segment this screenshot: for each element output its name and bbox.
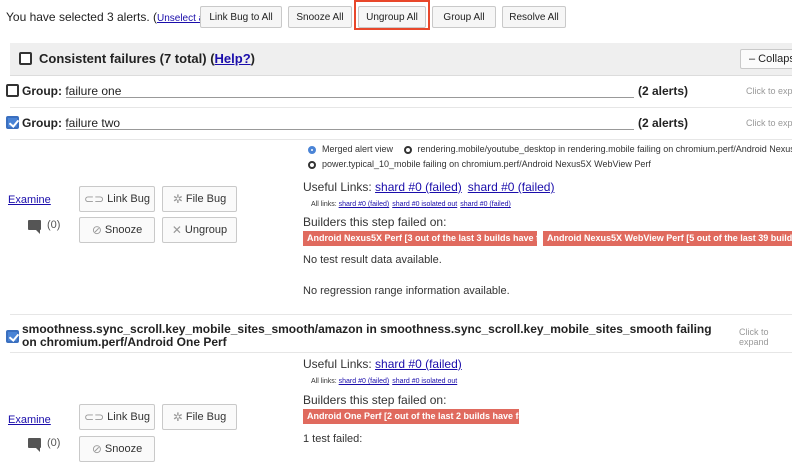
builder-badge[interactable]: Android Nexus5X Perf [3 out of the last … — [303, 231, 563, 246]
divider — [10, 139, 792, 140]
file-bug-label: File Bug — [185, 193, 227, 205]
group-all-button[interactable]: Group All — [432, 6, 496, 28]
no-regression-text: No regression range information availabl… — [303, 285, 510, 297]
examine-link[interactable]: Examine — [8, 414, 51, 426]
useful-links-label: Useful Links: — [303, 357, 372, 371]
all-link[interactable]: shard #0 (failed) — [339, 201, 390, 208]
merged-view-label: Merged alert view — [322, 144, 394, 154]
comment-icon — [28, 438, 41, 453]
link-icon: ⊂⊃ — [84, 192, 105, 206]
group-label-prefix: Group: — [22, 116, 62, 130]
group-name-input[interactable]: failure two — [65, 116, 120, 130]
examine-link[interactable]: Examine — [8, 194, 51, 206]
link-bug-button[interactable]: ⊂⊃ Link Bug — [79, 404, 155, 430]
builder-badge[interactable]: Android Nexus5X WebView Perf [5 out of t… — [543, 231, 792, 246]
youtube-desktop-label: rendering.mobile/youtube_desktop in rend… — [417, 144, 792, 154]
snooze-label: Snooze — [104, 224, 143, 236]
link-icon: ⊂⊃ — [84, 410, 105, 424]
builders-label: Builders this step failed on: — [303, 215, 447, 229]
youtube-desktop-radio[interactable] — [403, 145, 412, 154]
all-link[interactable]: shard #0 isolated out — [392, 378, 457, 385]
useful-link[interactable]: shard #0 (failed) — [375, 357, 462, 371]
section-title-suffix: ) — [250, 51, 255, 66]
group-name-underline — [66, 97, 634, 98]
click-to-expand[interactable]: Click to expand — [746, 86, 792, 96]
all-link[interactable]: shard #0 (failed) — [460, 201, 511, 208]
divider — [10, 107, 792, 108]
link-bug-to-all-button[interactable]: Link Bug to All — [200, 6, 282, 28]
selection-toolbar: You have selected 3 alerts. (Unselect al… — [0, 0, 792, 34]
group-row-failure-one[interactable]: Group: failure one (2 alerts) Click to e… — [0, 78, 792, 106]
link-bug-label: Link Bug — [107, 193, 150, 205]
ungroup-all-highlight — [354, 0, 430, 30]
divider — [10, 352, 792, 353]
help-link[interactable]: Help? — [215, 51, 251, 66]
group-name-underline — [66, 129, 634, 130]
section-title-text: Consistent failures (7 total) ( — [39, 51, 215, 66]
click-to-expand[interactable]: Click to expand — [746, 118, 792, 128]
useful-links: Useful Links: shard #0 (failed) shard #0 … — [303, 180, 560, 194]
useful-link[interactable]: shard #0 (failed) — [375, 180, 462, 194]
no-test-result-text: No test result data available. — [303, 254, 442, 266]
snooze-label: Snooze — [104, 443, 143, 455]
all-links: All links: shard #0 (failed) shard #0 iso… — [311, 201, 514, 208]
snooze-button[interactable]: ⊘ Snooze — [79, 436, 155, 462]
useful-links: Useful Links: shard #0 (failed) — [303, 357, 468, 371]
tests-failed-text: 1 test failed: — [303, 433, 363, 445]
close-icon: ✕ — [171, 223, 182, 237]
ungroup-button[interactable]: ✕ Ungroup — [162, 217, 237, 243]
group-row-failure-two[interactable]: Group: failure two (2 alerts) Click to e… — [0, 110, 792, 138]
file-bug-button[interactable]: ✲ File Bug — [162, 186, 237, 212]
file-bug-label: File Bug — [185, 411, 227, 423]
group-checkbox[interactable] — [6, 84, 19, 97]
consistent-failures-header[interactable]: Consistent failures (7 total) (Help?) – … — [10, 43, 792, 76]
useful-links-label: Useful Links: — [303, 180, 372, 194]
selection-status: You have selected 3 alerts. (Unselect al… — [6, 10, 218, 24]
alert-title[interactable]: smoothness.sync_scroll.key_mobile_sites_… — [22, 323, 722, 349]
group-name-input[interactable]: failure one — [65, 84, 121, 98]
link-bug-button[interactable]: ⊂⊃ Link Bug — [79, 186, 155, 212]
all-link[interactable]: shard #0 (failed) — [339, 378, 390, 385]
power-typical-radio[interactable] — [308, 160, 316, 169]
group-alert-count: (2 alerts) — [638, 84, 689, 98]
all-links-label: All links: — [311, 201, 337, 208]
ungroup-label: Ungroup — [184, 224, 228, 236]
snooze-icon: ⊘ — [91, 223, 102, 237]
divider — [10, 314, 792, 315]
group-label: Group: failure one — [22, 84, 121, 98]
snooze-all-button[interactable]: Snooze All — [288, 6, 352, 28]
snooze-icon: ⊘ — [91, 442, 102, 456]
group-checkbox-checked[interactable] — [6, 116, 19, 129]
power-typical-label: power.typical_10_mobile failing on chrom… — [322, 159, 651, 169]
all-links: All links: shard #0 (failed) shard #0 iso… — [311, 378, 460, 385]
collapse-button[interactable]: – Collapse — [740, 49, 792, 69]
builders-label: Builders this step failed on: — [303, 393, 447, 407]
useful-link[interactable]: shard #0 (failed) — [468, 180, 555, 194]
group-alert-count: (2 alerts) — [638, 116, 689, 130]
all-link[interactable]: shard #0 isolated out — [392, 201, 457, 208]
comment-count: (0) — [47, 219, 61, 231]
bug-icon: ✲ — [172, 410, 183, 424]
alert-checkbox-checked[interactable] — [6, 330, 19, 343]
resolve-all-button[interactable]: Resolve All — [502, 6, 566, 28]
comments[interactable]: (0) — [28, 219, 61, 235]
section-title: Consistent failures (7 total) (Help?) — [39, 51, 255, 66]
comments[interactable]: (0) — [28, 437, 61, 453]
group-label-prefix: Group: — [22, 84, 62, 98]
view-selector-row-2: power.typical_10_mobile failing on chrom… — [308, 159, 651, 169]
section-checkbox[interactable] — [19, 52, 32, 65]
all-links-label: All links: — [311, 378, 337, 385]
link-bug-label: Link Bug — [107, 411, 150, 423]
click-to-expand[interactable]: Click to expand — [739, 327, 789, 347]
comment-count: (0) — [47, 437, 61, 449]
selection-status-prefix: You have selected 3 alerts. ( — [6, 10, 157, 24]
view-selector-row-1: Merged alert view rendering.mobile/youtu… — [308, 144, 792, 154]
merged-view-radio[interactable] — [308, 145, 316, 154]
snooze-button[interactable]: ⊘ Snooze — [79, 217, 155, 243]
builder-badge[interactable]: Android One Perf [2 out of the last 2 bu… — [303, 409, 542, 424]
group-label: Group: failure two — [22, 116, 120, 130]
file-bug-button[interactable]: ✲ File Bug — [162, 404, 237, 430]
bug-icon: ✲ — [172, 192, 183, 206]
comment-icon — [28, 220, 41, 235]
